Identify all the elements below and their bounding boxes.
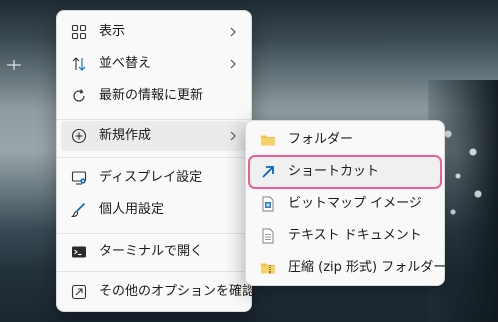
desktop-context-menu: 表示 並べ替え 最新の情報に更新 新規作成 ディスプレイ設定 個人用設定 ターミ…	[56, 10, 255, 312]
menu-separator	[57, 119, 251, 120]
chevron-right-icon	[230, 59, 236, 69]
submenu-item-label: ビットマップ イメージ	[288, 196, 422, 211]
menu-separator	[57, 157, 251, 158]
menu-item-label: ターミナルで開く	[99, 244, 204, 259]
zip-folder-icon	[261, 263, 275, 274]
personalize-brush-icon	[71, 202, 86, 218]
menu-item-refresh[interactable]: 最新の情報に更新	[61, 81, 247, 111]
menu-item-open-terminal[interactable]: ターミナルで開く	[61, 237, 247, 267]
submenu-item-bitmap[interactable]: ビットマップ イメージ	[250, 189, 440, 219]
submenu-item-label: フォルダー	[288, 132, 354, 147]
menu-separator	[57, 271, 251, 272]
submenu-item-label: 圧縮 (zip 形式) フォルダー	[288, 260, 447, 275]
menu-item-display-settings[interactable]: ディスプレイ設定	[61, 163, 247, 193]
refresh-icon	[73, 89, 85, 102]
submenu-item-shortcut[interactable]: ショートカット	[248, 155, 442, 189]
menu-item-label: 個人用設定	[99, 202, 165, 217]
menu-item-personalize[interactable]: 個人用設定	[61, 195, 247, 225]
shortcut-arrow-icon	[262, 166, 274, 178]
chevron-right-icon	[230, 131, 236, 141]
menu-item-label: 並べ替え	[99, 56, 152, 71]
folder-icon	[261, 135, 275, 146]
bitmap-image-icon	[262, 196, 274, 212]
sort-icon	[72, 57, 86, 71]
new-plus-icon	[71, 128, 87, 144]
menu-item-label: 新規作成	[99, 128, 152, 143]
chevron-right-icon	[230, 27, 236, 37]
wallpaper-snow-trees	[438, 110, 488, 230]
submenu-item-zip-folder[interactable]: 圧縮 (zip 形式) フォルダー	[250, 253, 446, 283]
menu-item-view[interactable]: 表示	[61, 17, 247, 47]
menu-item-label: ディスプレイ設定	[99, 170, 203, 185]
submenu-item-label: ショートカット	[288, 164, 380, 179]
submenu-item-text-document[interactable]: テキスト ドキュメント	[250, 221, 440, 251]
menu-item-sort[interactable]: 並べ替え	[61, 49, 247, 79]
view-grid-icon	[71, 24, 87, 40]
display-settings-icon	[71, 171, 87, 185]
menu-item-more-options[interactable]: その他のオプションを確認	[61, 277, 255, 307]
new-submenu: フォルダー ショートカット ビットマップ イメージ テキスト ドキュメント 圧縮…	[245, 120, 446, 286]
menu-separator	[57, 233, 251, 234]
submenu-item-label: テキスト ドキュメント	[288, 228, 422, 243]
menu-item-label: 最新の情報に更新	[99, 88, 204, 103]
crosshair-cursor-icon	[7, 60, 21, 70]
text-document-icon	[262, 228, 274, 244]
more-options-icon	[71, 284, 87, 300]
submenu-item-folder[interactable]: フォルダー	[250, 125, 440, 155]
menu-item-label: 表示	[99, 24, 126, 39]
terminal-icon	[72, 246, 86, 258]
menu-item-new[interactable]: 新規作成	[61, 121, 247, 151]
menu-item-label: その他のオプションを確認	[99, 284, 256, 299]
